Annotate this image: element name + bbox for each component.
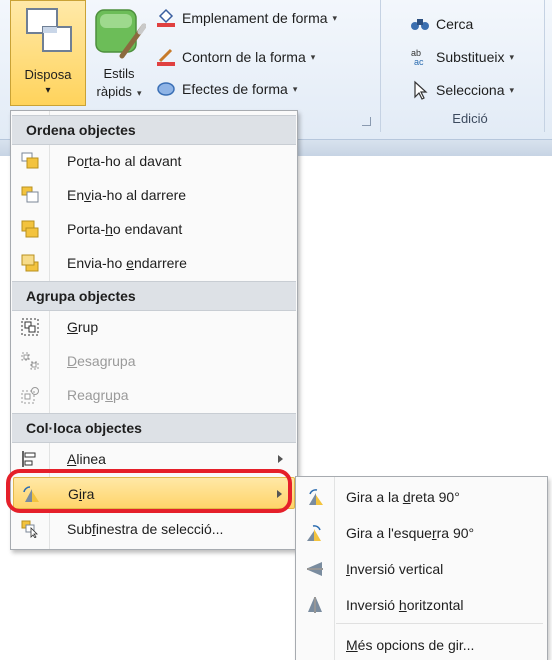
menu-item-bring-to-front[interactable]: Porta-ho al davant xyxy=(13,145,295,177)
arrange-button-label: Disposa xyxy=(24,67,72,82)
group-separator xyxy=(544,0,545,132)
shape-effects-button[interactable]: Efectes de forma ▾ xyxy=(156,77,297,101)
menu-item-label: Inversió horitzontal xyxy=(346,597,464,613)
chevron-down-icon: ▾ xyxy=(136,88,142,98)
quick-styles-icon xyxy=(95,9,146,59)
section-header-position: Col·loca objectes xyxy=(12,413,296,443)
send-to-back-icon xyxy=(21,186,39,203)
paint-bucket-icon xyxy=(156,8,176,28)
rotate-submenu: Gira a la dreta 90° Gira a l'esquerra 90… xyxy=(295,476,548,660)
submenu-item-flip-vertical[interactable]: Inversió vertical xyxy=(298,551,546,587)
annotation-highlight-outline xyxy=(6,469,292,513)
menu-item-label: Porta-ho al davant xyxy=(67,153,182,169)
menu-item-ungroup[interactable]: Desagrupa xyxy=(13,345,295,377)
dialog-launcher-icon[interactable] xyxy=(362,117,371,126)
submenu-item-more-rotation-options[interactable]: Més opcions de gir... xyxy=(298,627,546,660)
select-button[interactable]: Selecciona ▾ xyxy=(410,78,514,102)
menu-item-label: Porta-ho endavant xyxy=(67,221,183,237)
chevron-down-icon: ▾ xyxy=(292,83,298,94)
menu-item-label: Envia-ho endarrere xyxy=(67,255,187,271)
chevron-down-icon: ▾ xyxy=(509,51,515,62)
cursor-arrow-icon xyxy=(410,80,430,100)
chevron-down-icon: ▾ xyxy=(45,85,51,96)
binoculars-icon xyxy=(410,14,430,34)
quick-styles-button[interactable]: Estils ràpids ▾ xyxy=(88,0,150,106)
submenu-arrow-icon xyxy=(278,455,283,463)
menu-item-label: Envia-ho al darrere xyxy=(67,187,187,203)
chevron-down-icon: ▾ xyxy=(310,51,316,62)
replace-button[interactable]: ab ac Substitueix ▾ xyxy=(410,45,514,69)
menu-item-label: Inversió vertical xyxy=(346,561,444,577)
arrange-button[interactable]: Disposa ▾ xyxy=(10,0,86,106)
chevron-down-icon: ▾ xyxy=(332,12,338,23)
quick-styles-label-1: Estils xyxy=(103,66,135,81)
menu-item-selection-pane[interactable]: Subfinestra de selecció... xyxy=(13,513,295,545)
bring-forward-icon xyxy=(21,220,39,238)
chevron-down-icon: ▾ xyxy=(509,84,515,95)
group-separator xyxy=(380,0,381,132)
menu-item-send-to-back[interactable]: Envia-ho al darrere xyxy=(13,179,295,211)
quick-styles-label-2: ràpids ▾ xyxy=(96,84,142,99)
menu-item-group[interactable]: Grup xyxy=(13,311,295,343)
menu-item-label: Més opcions de gir... xyxy=(346,637,475,653)
editing-group-label: Edició xyxy=(452,111,488,126)
submenu-item-flip-horizontal[interactable]: Inversió horitzontal xyxy=(298,587,546,623)
menu-item-label: Gira a la dreta 90° xyxy=(346,489,460,505)
menu-item-label: Grup xyxy=(67,319,99,335)
bring-to-front-icon xyxy=(21,152,39,169)
menu-item-label: Subfinestra de selecció... xyxy=(67,521,224,537)
menu-item-label: Alinea xyxy=(67,451,106,467)
send-backward-icon xyxy=(21,254,39,272)
align-left-icon xyxy=(22,451,36,467)
regroup-icon xyxy=(21,387,39,404)
submenu-item-rotate-right[interactable]: Gira a la dreta 90° xyxy=(298,479,546,515)
arrange-icon xyxy=(26,8,72,52)
menu-item-bring-forward[interactable]: Porta-ho endavant xyxy=(13,213,295,245)
flip-vertical-icon xyxy=(307,562,323,576)
menu-item-label: Reagrupa xyxy=(67,387,129,403)
submenu-item-rotate-left[interactable]: Gira a l'esquerra 90° xyxy=(298,515,546,551)
section-header-group: Agrupa objectes xyxy=(12,281,296,311)
shape-fill-button[interactable]: Emplenament de forma ▾ xyxy=(156,6,337,30)
rotate-left-icon xyxy=(307,525,321,541)
section-header-order: Ordena objectes xyxy=(12,115,296,145)
selection-pane-icon xyxy=(21,520,38,538)
shape-effects-icon xyxy=(156,79,176,99)
flip-horizontal-icon xyxy=(308,597,322,613)
group-icon xyxy=(21,318,39,336)
menu-item-label: Gira a l'esquerra 90° xyxy=(346,525,475,541)
menu-item-send-backward[interactable]: Envia-ho endarrere xyxy=(13,247,295,279)
rotate-right-icon xyxy=(309,489,323,505)
shape-outline-button[interactable]: Contorn de la forma ▾ xyxy=(156,45,315,69)
menu-separator xyxy=(336,623,543,624)
ungroup-icon xyxy=(21,352,39,370)
find-button[interactable]: Cerca xyxy=(410,12,473,36)
replace-icon: ab ac xyxy=(410,47,430,67)
pencil-icon xyxy=(156,47,176,67)
menu-item-regroup[interactable]: Reagrupa xyxy=(13,379,295,411)
svg-text:ac: ac xyxy=(414,57,424,67)
menu-item-label: Desagrupa xyxy=(67,353,136,369)
